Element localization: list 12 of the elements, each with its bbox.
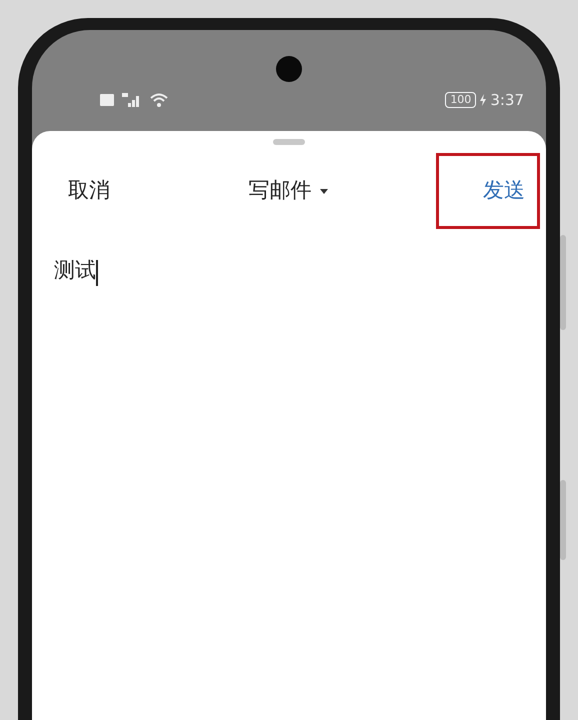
hd-icon bbox=[100, 94, 114, 106]
drag-handle[interactable] bbox=[273, 139, 305, 145]
status-time: 3:37 bbox=[490, 90, 524, 111]
battery-icon: 100 bbox=[445, 92, 476, 108]
send-button[interactable]: 发送 bbox=[436, 153, 540, 229]
signal-icon bbox=[122, 93, 142, 107]
wifi-icon bbox=[150, 93, 168, 107]
email-body-text[interactable]: 测试 bbox=[32, 255, 96, 286]
camera-hole bbox=[276, 56, 302, 82]
cancel-button[interactable]: 取消 bbox=[68, 175, 110, 207]
compose-title-dropdown[interactable]: 写邮件 bbox=[242, 174, 334, 208]
charging-icon bbox=[480, 94, 486, 106]
